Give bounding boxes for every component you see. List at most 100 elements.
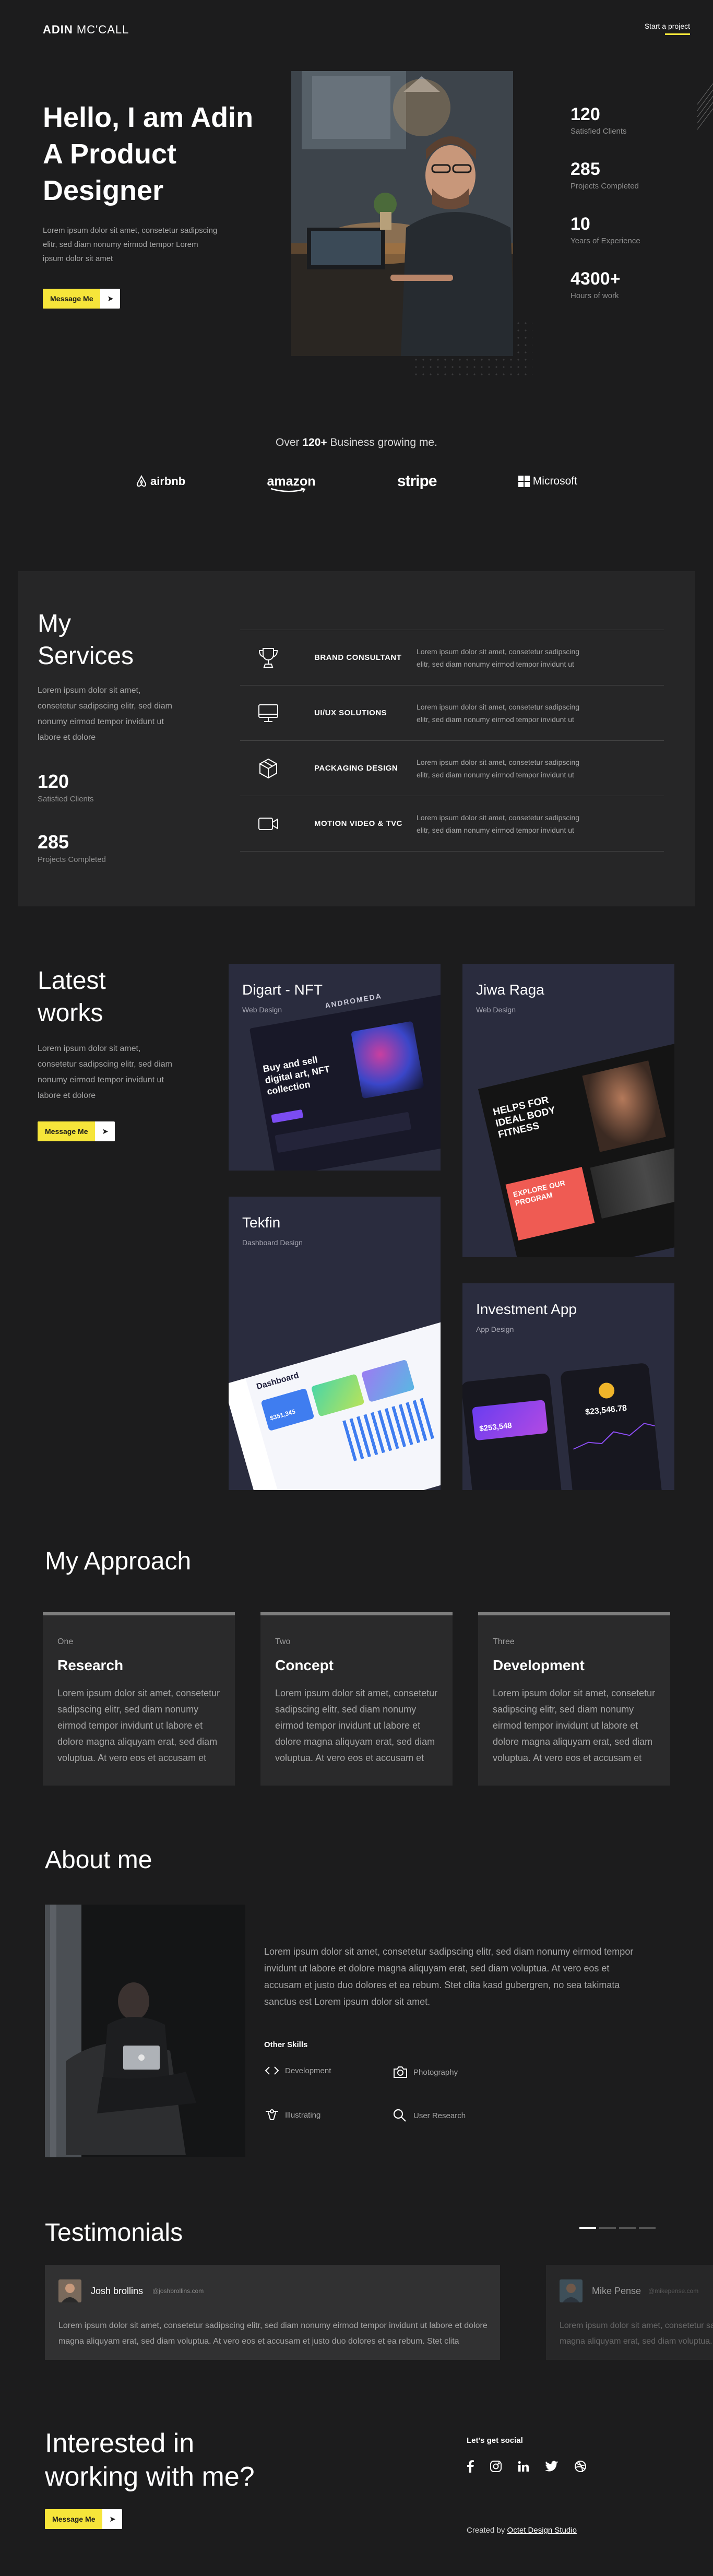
code-icon: [264, 2065, 285, 2076]
skills-title: Other Skills: [264, 2040, 308, 2049]
service-row[interactable]: BRAND CONSULTANT Lorem ipsum dolor sit a…: [240, 630, 664, 686]
work-card-subtitle: App Design: [476, 1325, 514, 1333]
package-icon: [256, 758, 281, 779]
testimonial-card: Mike Pense @mikepense.com Lorem ipsum do…: [546, 2265, 713, 2360]
clients-count: 120+: [302, 436, 327, 448]
pager-bar[interactable]: [619, 2227, 636, 2229]
service-name: UI/UX SOLUTIONS: [314, 708, 387, 717]
stat-label: Hours of work: [571, 291, 619, 300]
tekfin-mockup: Dashboard $351,345: [229, 1318, 441, 1490]
work-card-digart[interactable]: Digart - NFT Web Design ANDROMEDA Buy an…: [229, 964, 441, 1171]
approach-card-concept: Two Concept Lorem ipsum dolor sit amet, …: [260, 1612, 453, 1786]
services-title: My Services: [38, 610, 134, 670]
work-card-title: Jiwa Raga: [476, 982, 544, 998]
airbnb-logo: airbnb: [136, 475, 185, 488]
start-project-link[interactable]: Start a project: [645, 22, 690, 35]
mock-card-purple: [361, 1359, 415, 1403]
contact-title: Interested in working with me?: [45, 2428, 255, 2492]
approach-step-title: Concept: [275, 1657, 334, 1673]
facebook-icon[interactable]: [467, 2460, 474, 2475]
work-card-investment[interactable]: Investment App App Design $253,548 $23,5…: [462, 1283, 674, 1490]
works-message-button[interactable]: Message Me ➤: [38, 1121, 115, 1141]
stat-item: 10 Years of Experience: [571, 214, 640, 245]
social-links: [467, 2460, 587, 2475]
linkedin-icon[interactable]: [518, 2461, 529, 2475]
approach-title: My Approach: [45, 1547, 192, 1575]
stat-item: 4300+ Hours of work: [571, 269, 640, 300]
work-card-tekfin[interactable]: Tekfin Dashboard Design Dashboard $351,3…: [229, 1197, 441, 1490]
jiwa-mockup: HELPS FOR IDEAL BODY FITNESS EXPLORE OUR…: [478, 1039, 674, 1257]
digart-mockup: ANDROMEDA Buy and sell digital art, NFT …: [249, 990, 441, 1171]
designer-at-desk-illustration: [291, 71, 513, 356]
service-row[interactable]: PACKAGING DESIGN Lorem ipsum dolor sit a…: [240, 741, 664, 796]
testimonial-handle: @joshbrollins.com: [152, 2287, 204, 2295]
skill-label: User Research: [413, 2111, 466, 2120]
mock-value: $253,548: [479, 1421, 513, 1434]
skill-development: Development: [264, 2065, 331, 2076]
send-arrow-icon: ➤: [109, 2515, 116, 2524]
mock-banner-text: ANDROMEDA: [324, 991, 383, 1010]
mock-chart: [342, 1398, 434, 1461]
trophy-icon: [256, 646, 281, 669]
about-description: Lorem ipsum dolor sit amet, consetetur s…: [264, 1946, 634, 2007]
monitor-icon: [256, 703, 281, 724]
pager-bar-active[interactable]: [579, 2227, 596, 2229]
work-card-subtitle: Dashboard Design: [242, 1238, 303, 1247]
service-name: PACKAGING DESIGN: [314, 764, 398, 773]
testimonial-pager[interactable]: [579, 2227, 656, 2229]
service-name: BRAND CONSULTANT: [314, 653, 402, 662]
mock-headline: Dashboard: [255, 1370, 300, 1392]
search-icon: [393, 2108, 413, 2123]
skill-illustrating: Illustrating: [264, 2108, 320, 2122]
about-photo: [45, 1905, 245, 2157]
skill-label: Photography: [413, 2067, 458, 2077]
man-in-chair-illustration: [45, 1905, 245, 2157]
camera-icon: [393, 2065, 413, 2079]
skill-label: Illustrating: [285, 2110, 321, 2120]
approach-step-number: One: [57, 1637, 74, 1646]
stat-item: 120 Satisfied Clients: [38, 771, 94, 803]
mock-artwork: [351, 1021, 424, 1099]
credit-link[interactable]: Octet Design Studio: [507, 2526, 577, 2535]
avatar: [560, 2279, 583, 2302]
airbnb-wordmark: airbnb: [150, 475, 186, 488]
about-title: About me: [45, 1846, 152, 1874]
pager-bar[interactable]: [639, 2227, 656, 2229]
stat-item: 285 Projects Completed: [571, 159, 640, 191]
twitter-icon[interactable]: [545, 2461, 558, 2475]
hero-photo: [291, 71, 513, 356]
work-card-jiwa-raga[interactable]: Jiwa Raga Web Design HELPS FOR IDEAL BOD…: [462, 964, 674, 1257]
testimonial-text: Lorem ipsum dolor sit amet, consetetur s…: [58, 2321, 488, 2346]
service-description: Lorem ipsum dolor sit amet, consetetur s…: [417, 813, 580, 834]
service-row[interactable]: MOTION VIDEO & TVC Lorem ipsum dolor sit…: [240, 796, 664, 852]
pager-bar[interactable]: [599, 2227, 616, 2229]
message-button-label: Message Me: [38, 1121, 96, 1141]
stat-label: Years of Experience: [571, 237, 640, 245]
skill-label: Development: [285, 2066, 331, 2075]
clients-suffix: Business growing me.: [327, 436, 437, 448]
mock-red-block: EXPLORE OUR PROGRAM: [505, 1167, 595, 1241]
clients-prefix: Over: [276, 436, 303, 448]
service-row[interactable]: UI/UX SOLUTIONS Lorem ipsum dolor sit am…: [240, 686, 664, 741]
approach-step-title: Research: [57, 1657, 124, 1673]
stat-value: 120: [571, 104, 600, 124]
dribbble-icon[interactable]: [574, 2460, 587, 2475]
message-button-label: Message Me: [43, 289, 101, 309]
mock-phone-right: $23,546.78: [560, 1362, 663, 1490]
service-name: MOTION VIDEO & TVC: [314, 819, 403, 828]
mock-card-green: [311, 1374, 365, 1417]
hero-title: Hello, I am Adin A Product Designer: [43, 102, 254, 206]
stat-label: Projects Completed: [571, 182, 639, 191]
instagram-icon[interactable]: [490, 2460, 502, 2475]
approach-step-description: Lorem ipsum dolor sit amet, consetetur s…: [57, 1688, 220, 1763]
decorative-lines: [697, 84, 713, 130]
stat-label: Projects Completed: [38, 855, 106, 864]
mock-phone-left: $253,548: [462, 1373, 564, 1490]
contact-message-button[interactable]: Message Me ➤: [45, 2509, 123, 2529]
brand-logo[interactable]: ADIN MC'CALL: [43, 23, 129, 37]
hero-message-button[interactable]: Message Me ➤: [43, 289, 121, 309]
work-card-subtitle: Web Design: [476, 1006, 516, 1014]
clients-headline: Over 120+ Business growing me.: [0, 436, 713, 449]
hero-stats: 120 Satisfied Clients 285 Projects Complet…: [571, 104, 640, 324]
mock-value-2: $23,546.78: [585, 1403, 627, 1417]
